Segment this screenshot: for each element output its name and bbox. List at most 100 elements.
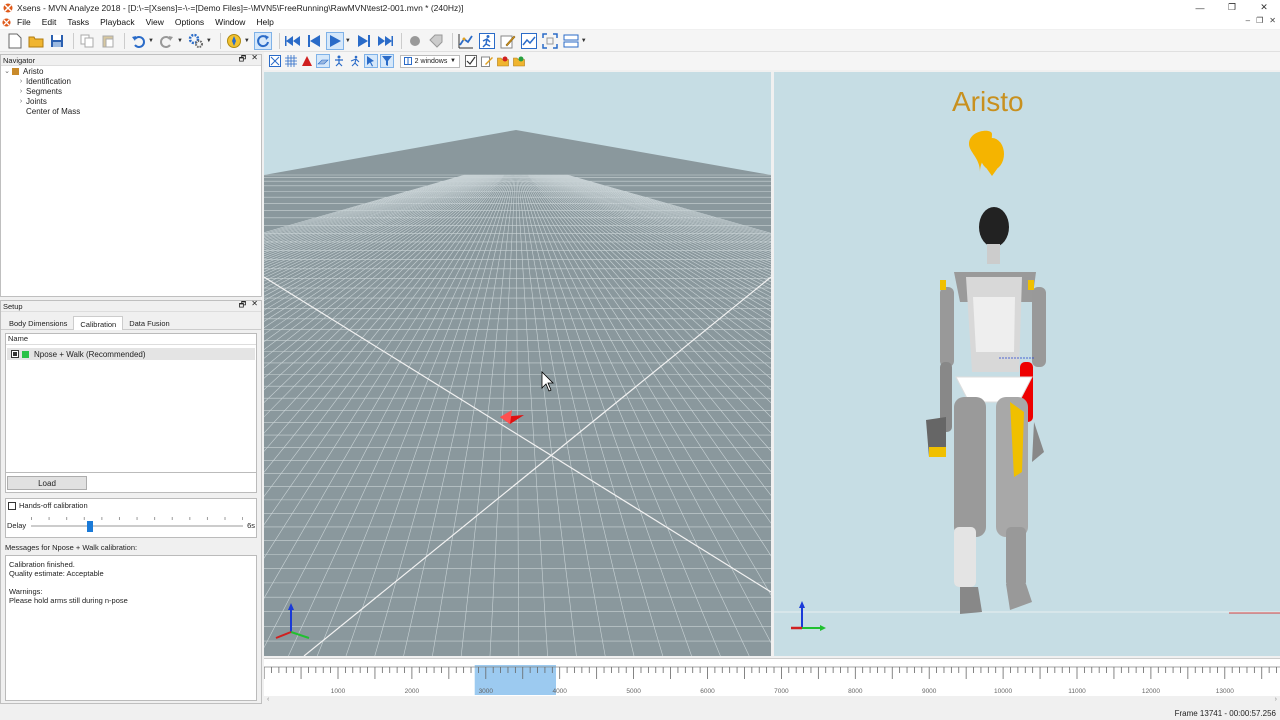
import-button[interactable] xyxy=(512,54,526,68)
settings-button[interactable] xyxy=(187,32,205,50)
menu-tasks[interactable]: Tasks xyxy=(67,17,89,27)
checklist-button[interactable] xyxy=(464,54,478,68)
viewport-right[interactable]: Aristo xyxy=(774,72,1280,656)
reprocess-button[interactable] xyxy=(253,31,272,50)
handsoff-checkbox[interactable] xyxy=(8,501,16,510)
timeline-scrollbar[interactable]: ‹ › xyxy=(264,696,1280,706)
close-icon[interactable]: ✕ xyxy=(251,53,258,67)
tab-calibration[interactable]: Calibration xyxy=(73,316,124,330)
layout-dropdown-icon[interactable]: ▼ xyxy=(581,38,587,44)
viewport-left[interactable] xyxy=(264,72,771,656)
menu-view[interactable]: View xyxy=(146,17,164,27)
paste-button[interactable] xyxy=(99,32,117,50)
close-button[interactable]: ✕ xyxy=(1248,0,1280,15)
red-triangle-icon xyxy=(302,56,312,66)
minimize-button[interactable]: — xyxy=(1184,0,1216,15)
play-dropdown-icon[interactable]: ▼ xyxy=(345,38,351,44)
redo-button[interactable] xyxy=(158,32,176,50)
cursor-mode-button[interactable] xyxy=(364,54,378,68)
skeleton-button[interactable] xyxy=(332,54,346,68)
copy-button[interactable] xyxy=(78,32,96,50)
chart-line-icon xyxy=(458,33,473,48)
fullscreen-button[interactable] xyxy=(541,32,559,50)
floor-grid-view[interactable] xyxy=(264,72,771,656)
new-file-button[interactable] xyxy=(6,32,24,50)
grid-toggle-button[interactable] xyxy=(284,54,298,68)
filter-icon xyxy=(382,56,392,66)
load-button[interactable]: Load xyxy=(7,476,87,490)
mdi-minimize-button[interactable]: – xyxy=(1246,16,1250,25)
go-to-end-button[interactable] xyxy=(376,32,394,50)
viewport-toolbar: 2 windows ▼ xyxy=(264,52,1280,70)
scroll-left-icon[interactable]: ‹ xyxy=(267,696,269,703)
step-back-button[interactable] xyxy=(305,32,323,50)
delay-label: Delay xyxy=(7,521,27,530)
xsens-menu-icon[interactable] xyxy=(2,17,11,27)
scroll-right-icon[interactable]: › xyxy=(1275,696,1277,703)
graph-button[interactable] xyxy=(457,32,475,50)
timeline-ruler[interactable]: 1000 2000 3000 4000 5000 6000 7000 8000 9000 1000… xyxy=(263,659,1280,697)
tab-data-fusion[interactable]: Data Fusion xyxy=(123,316,175,330)
float-icon[interactable]: 🗗 xyxy=(239,299,247,313)
delay-slider-thumb[interactable] xyxy=(87,521,94,532)
mdi-restore-button[interactable]: ❐ xyxy=(1256,16,1263,25)
load-area: Load xyxy=(5,473,257,493)
menu-window[interactable]: Window xyxy=(215,17,245,27)
tree-item-identification[interactable]: › Identification xyxy=(1,76,261,86)
play-button[interactable] xyxy=(325,31,344,50)
marker-button[interactable] xyxy=(427,32,445,50)
hardware-dropdown-icon[interactable]: ▼ xyxy=(244,38,250,44)
mdi-close-button[interactable]: ✕ xyxy=(1269,16,1276,25)
tree-item-center-of-mass[interactable]: Center of Mass xyxy=(1,106,261,116)
go-to-start-button[interactable] xyxy=(284,32,302,50)
float-icon[interactable]: 🗗 xyxy=(239,53,247,67)
layout-button[interactable] xyxy=(562,32,580,50)
body-view-button[interactable] xyxy=(478,32,496,50)
settings-dropdown-icon[interactable]: ▼ xyxy=(206,38,212,44)
analysis-button[interactable] xyxy=(520,32,538,50)
character-view[interactable] xyxy=(774,72,1280,656)
floor-toggle-button[interactable] xyxy=(316,54,330,68)
menu-edit[interactable]: Edit xyxy=(42,17,57,27)
status-green-icon xyxy=(22,350,29,358)
center-of-mass-button[interactable] xyxy=(300,54,314,68)
menu-help[interactable]: Help xyxy=(256,17,273,27)
calibration-item[interactable]: Npose + Walk (Recommended) xyxy=(7,348,255,360)
restore-button[interactable]: ❐ xyxy=(1216,0,1248,15)
expand-icon[interactable]: › xyxy=(16,78,26,85)
fullscreen-icon xyxy=(542,32,558,49)
step-forward-button[interactable] xyxy=(355,32,373,50)
save-button[interactable] xyxy=(48,32,66,50)
window-pane-icon xyxy=(404,57,412,65)
zoom-extents-button[interactable] xyxy=(268,54,282,68)
delay-slider[interactable] xyxy=(31,521,243,532)
timeline[interactable]: 1000 2000 3000 4000 5000 6000 7000 8000 9000 1000… xyxy=(263,658,1280,697)
stick-figure-button[interactable] xyxy=(348,54,362,68)
tree-root[interactable]: ⌄ Aristo xyxy=(1,66,261,76)
windows-select[interactable]: 2 windows ▼ xyxy=(400,54,460,68)
tree-item-label: Segments xyxy=(26,86,63,96)
tree-item-segments[interactable]: › Segments xyxy=(1,86,261,96)
navigator-panel: Navigator 🗗 ✕ ⌄ Aristo › Identification … xyxy=(0,53,262,297)
hardware-button[interactable] xyxy=(225,32,243,50)
undo-button[interactable] xyxy=(129,32,147,50)
tab-body-dimensions[interactable]: Body Dimensions xyxy=(3,316,73,330)
redo-dropdown-icon[interactable]: ▼ xyxy=(177,38,183,44)
expand-icon[interactable]: › xyxy=(16,88,26,95)
menu-playback[interactable]: Playback xyxy=(100,17,135,27)
edit-button[interactable] xyxy=(499,32,517,50)
menu-options[interactable]: Options xyxy=(175,17,204,27)
tree-item-joints[interactable]: › Joints xyxy=(1,96,261,106)
open-file-button[interactable] xyxy=(27,32,45,50)
play-icon xyxy=(329,34,341,47)
undo-dropdown-icon[interactable]: ▼ xyxy=(148,38,154,44)
menu-file[interactable]: File xyxy=(17,17,31,27)
record-button[interactable] xyxy=(406,32,424,50)
export-button[interactable] xyxy=(496,54,510,68)
collapse-icon[interactable]: ⌄ xyxy=(2,67,12,75)
close-icon[interactable]: ✕ xyxy=(251,299,258,313)
expand-icon[interactable]: › xyxy=(16,98,26,105)
calibration-checkbox[interactable] xyxy=(11,350,19,358)
annotate-button[interactable] xyxy=(480,54,494,68)
filter-button[interactable] xyxy=(380,54,394,68)
